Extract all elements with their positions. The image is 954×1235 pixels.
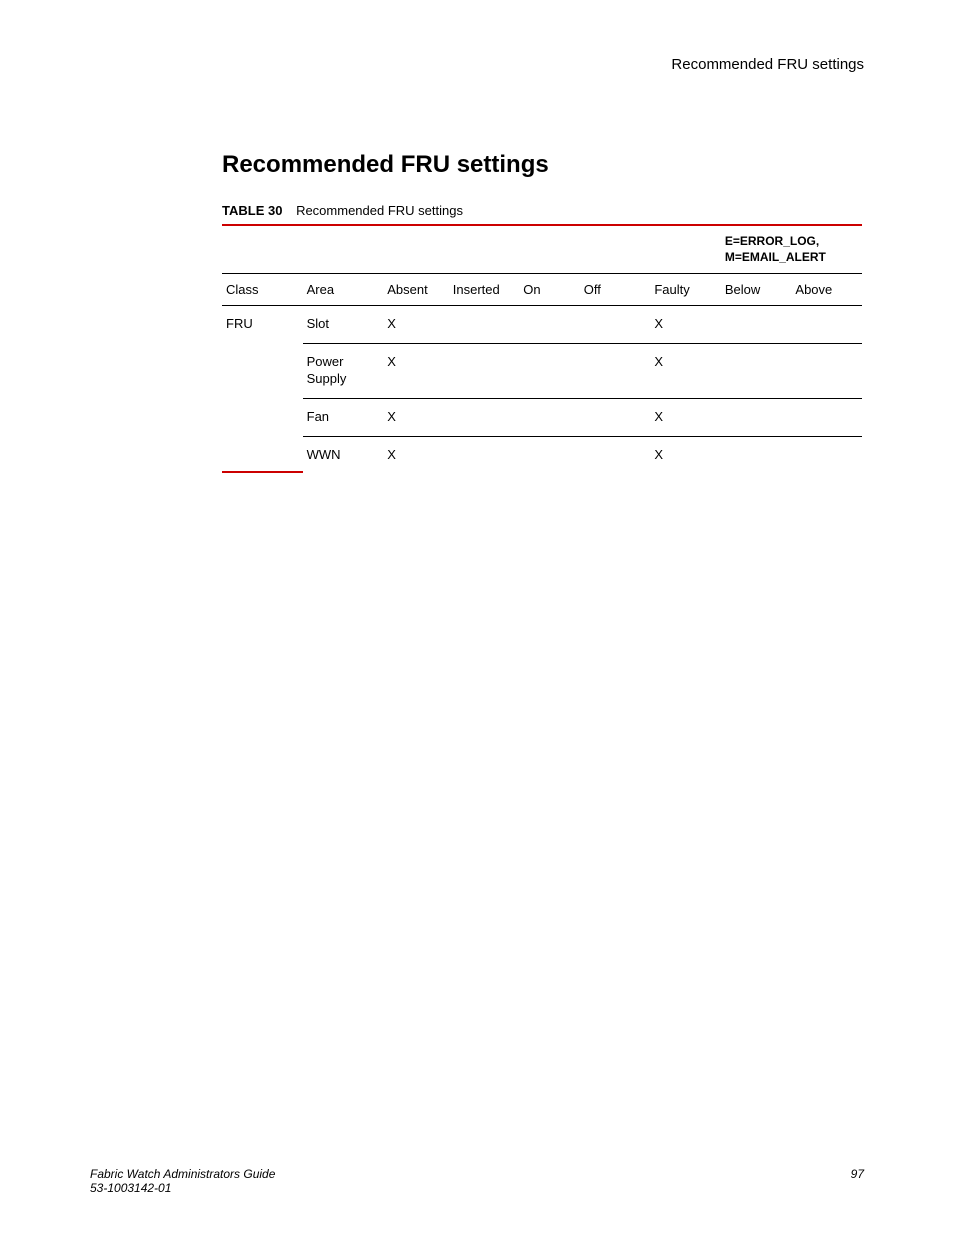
table-label: TABLE 30: [222, 203, 282, 218]
cell-below: [721, 344, 792, 399]
cell-absent: X: [383, 398, 449, 436]
cell-absent: X: [383, 306, 449, 344]
table-caption: TABLE 30 Recommended FRU settings: [222, 203, 864, 218]
footer-title: Fabric Watch Administrators Guide: [90, 1167, 275, 1181]
cell-faulty: X: [650, 436, 721, 472]
table-row: Power Supply X X: [222, 344, 862, 399]
cell-area: Power Supply: [303, 344, 384, 399]
cell-inserted: [449, 306, 520, 344]
section-title: Recommended FRU settings: [222, 151, 864, 179]
cell-off: [580, 436, 651, 472]
cell-inserted: [449, 344, 520, 399]
col-inserted: Inserted: [449, 274, 520, 306]
footer-docnum: 53-1003142-01: [90, 1181, 171, 1195]
cell-inserted: [449, 436, 520, 472]
cell-off: [580, 306, 651, 344]
page-container: Recommended FRU settings Recommended FRU…: [0, 0, 954, 1235]
cell-absent: X: [383, 344, 449, 399]
cell-area: WWN: [303, 436, 384, 472]
table-row: Fan X X: [222, 398, 862, 436]
col-off: Off: [580, 274, 651, 306]
cell-inserted: [449, 398, 520, 436]
cell-on: [519, 436, 579, 472]
table-row: WWN X X: [222, 436, 862, 472]
legend-line2: M=EMAIL_ALERT: [725, 250, 826, 264]
page-footer: 97 Fabric Watch Administrators Guide 53-…: [90, 1167, 864, 1195]
cell-below: [721, 436, 792, 472]
cell-on: [519, 344, 579, 399]
legend-line1: E=ERROR_LOG,: [725, 234, 819, 248]
table-caption-text: Recommended FRU settings: [296, 203, 463, 218]
cell-faulty: X: [650, 344, 721, 399]
cell-area: Fan: [303, 398, 384, 436]
legend-text: E=ERROR_LOG, M=EMAIL_ALERT: [721, 225, 862, 274]
col-on: On: [519, 274, 579, 306]
running-head: Recommended FRU settings: [90, 56, 864, 73]
cell-on: [519, 306, 579, 344]
cell-above: [791, 398, 862, 436]
page-number: 97: [851, 1167, 864, 1181]
cell-absent: X: [383, 436, 449, 472]
cell-above: [791, 436, 862, 472]
cell-faulty: X: [650, 398, 721, 436]
cell-below: [721, 306, 792, 344]
cell-faulty: X: [650, 306, 721, 344]
cell-above: [791, 344, 862, 399]
col-faulty: Faulty: [650, 274, 721, 306]
col-area: Area: [303, 274, 384, 306]
col-absent: Absent: [383, 274, 449, 306]
col-below: Below: [721, 274, 792, 306]
cell-off: [580, 344, 651, 399]
fru-settings-table: E=ERROR_LOG, M=EMAIL_ALERT Class Area Ab…: [222, 224, 862, 473]
cell-on: [519, 398, 579, 436]
legend-row: E=ERROR_LOG, M=EMAIL_ALERT: [222, 225, 862, 274]
col-above: Above: [791, 274, 862, 306]
cell-class: FRU: [222, 306, 303, 344]
table-row: FRU Slot X X: [222, 306, 862, 344]
cell-below: [721, 398, 792, 436]
cell-area: Slot: [303, 306, 384, 344]
cell-off: [580, 398, 651, 436]
cell-above: [791, 306, 862, 344]
content-area: Recommended FRU settings TABLE 30 Recomm…: [222, 151, 864, 473]
column-header-row: Class Area Absent Inserted On Off Faulty…: [222, 274, 862, 306]
col-class: Class: [222, 274, 303, 306]
